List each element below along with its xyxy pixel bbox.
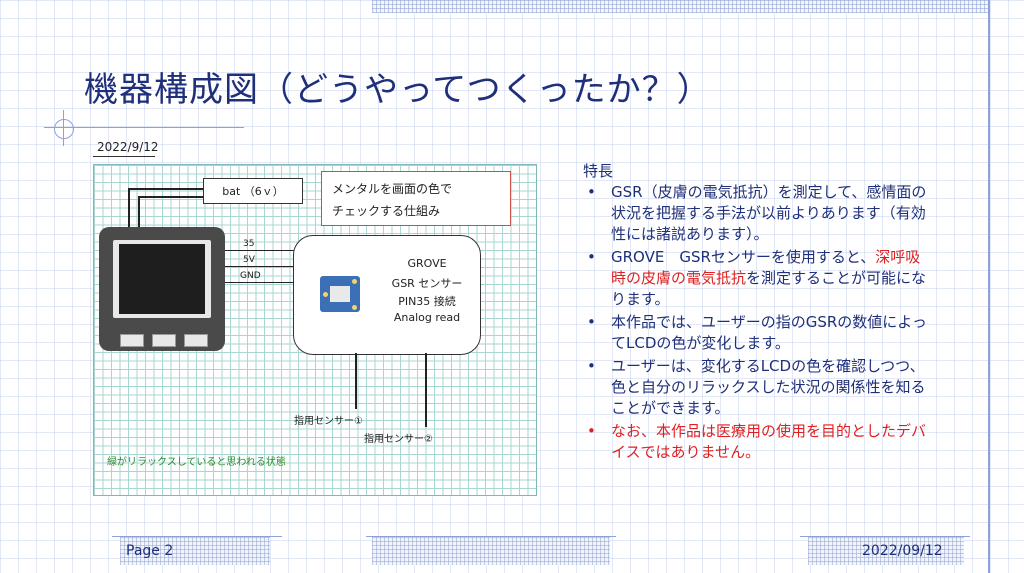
feature-text-part: なお、: [611, 422, 657, 440]
gsr-text-line: PIN35 接続: [398, 295, 456, 308]
bullet-icon: •: [587, 313, 596, 331]
slide-title: 機器構成図（どうやってつくったか？）: [84, 70, 712, 110]
feature-item: • ユーザーは、変化するLCDの色を確認しつつ、色と自分のリラックスした状況の関…: [583, 356, 928, 419]
pin-wire: [225, 250, 295, 251]
title-underline: [44, 127, 244, 128]
feature-text-part: GROVE GSRセンサーを使用すると、: [611, 248, 876, 266]
feature-item: • GROVE GSRセンサーを使用すると、深呼吸時の皮膚の電気抵抗を測定するこ…: [583, 247, 928, 310]
device-screen: [119, 244, 205, 314]
bullet-icon: •: [587, 248, 596, 266]
device-button: [184, 334, 208, 347]
sensor-label-1: 指用センサー①: [294, 416, 363, 427]
feature-text: なお、本作品は医療用の使用を目的としたデバイスではありません。: [611, 421, 928, 463]
gsr-text-line: Analog read: [393, 311, 461, 324]
module-hole: [323, 292, 328, 297]
page-number: Page 2: [126, 543, 174, 559]
feature-item: • GSR（皮膚の電気抵抗）を測定して、感情面の状況を把握する手法が以前よりあり…: [583, 182, 928, 245]
footer-date: 2022/09/12: [862, 543, 943, 559]
bullet-icon: •: [587, 183, 596, 201]
battery-wire: [128, 188, 203, 190]
feature-highlight: 本作品は医療用の使用を目的としたデバイスではありません。: [611, 422, 927, 461]
pin-label: GND: [240, 271, 261, 281]
features-heading: 特長: [583, 162, 614, 180]
battery-wire: [138, 196, 140, 228]
pin-wire: [225, 282, 295, 283]
gsr-text-line: GSR センサー: [391, 277, 463, 290]
feature-text: 本作品では、ユーザーの指のGSRの数値によってLCDの色が変化します。: [611, 313, 927, 352]
top-band: [372, 0, 988, 13]
feature-item: • 本作品では、ユーザーの指のGSRの数値によってLCDの色が変化します。: [583, 312, 928, 354]
feature-text: ユーザーは、変化するLCDの色を確認しつつ、色と自分のリラックスした状況の関係性…: [611, 357, 926, 417]
device-button: [152, 334, 176, 347]
device-button: [120, 334, 144, 347]
battery-label: bat （6ｖ）: [222, 185, 284, 198]
battery-wire: [138, 196, 203, 198]
crosshair-line: [63, 110, 64, 146]
note-line: メンタルを画面の色で: [332, 182, 453, 196]
pin-wire: [225, 266, 295, 267]
diagram-date: 2022/9/12: [97, 140, 159, 154]
bullet-icon: •: [587, 357, 596, 375]
module-hole: [352, 305, 357, 310]
footer-center-band: [372, 537, 610, 565]
footer-rule: [112, 536, 282, 537]
feature-text: GROVE GSRセンサーを使用すると、深呼吸時の皮膚の電気抵抗を測定することが…: [611, 247, 928, 310]
module-hole: [352, 279, 357, 284]
note-line: チェックする仕組み: [332, 204, 441, 218]
bullet-icon: •: [587, 422, 596, 440]
feature-item: • なお、本作品は医療用の使用を目的としたデバイスではありません。: [583, 421, 928, 463]
pin-label: 35: [243, 239, 255, 249]
pin-label: 5V: [243, 255, 255, 265]
diagram-date-rule: [93, 156, 155, 157]
sensor-wire: [425, 353, 427, 427]
sensor-label-2: 指用センサー②: [364, 434, 433, 445]
feature-text: GSR（皮膚の電気抵抗）を測定して、感情面の状況を把握する手法が以前よりあります…: [611, 183, 927, 243]
note-box: メンタルを画面の色で チェックする仕組み: [321, 171, 511, 226]
footer-rule: [366, 536, 616, 537]
gsr-text-line: GROVE: [407, 257, 447, 270]
battery-wire: [128, 188, 130, 228]
sensor-wire: [355, 353, 357, 409]
right-vertical-rule: [988, 0, 990, 573]
green-note: 緑がリラックスしていると思われる状態: [107, 457, 286, 468]
battery-box: bat （6ｖ）: [203, 178, 303, 204]
gsr-module-chip: [330, 286, 350, 302]
footer-rule: [800, 536, 970, 537]
crosshair-circle-icon: [54, 119, 74, 139]
features-list: • GSR（皮膚の電気抵抗）を測定して、感情面の状況を把握する手法が以前よりあり…: [583, 182, 928, 465]
